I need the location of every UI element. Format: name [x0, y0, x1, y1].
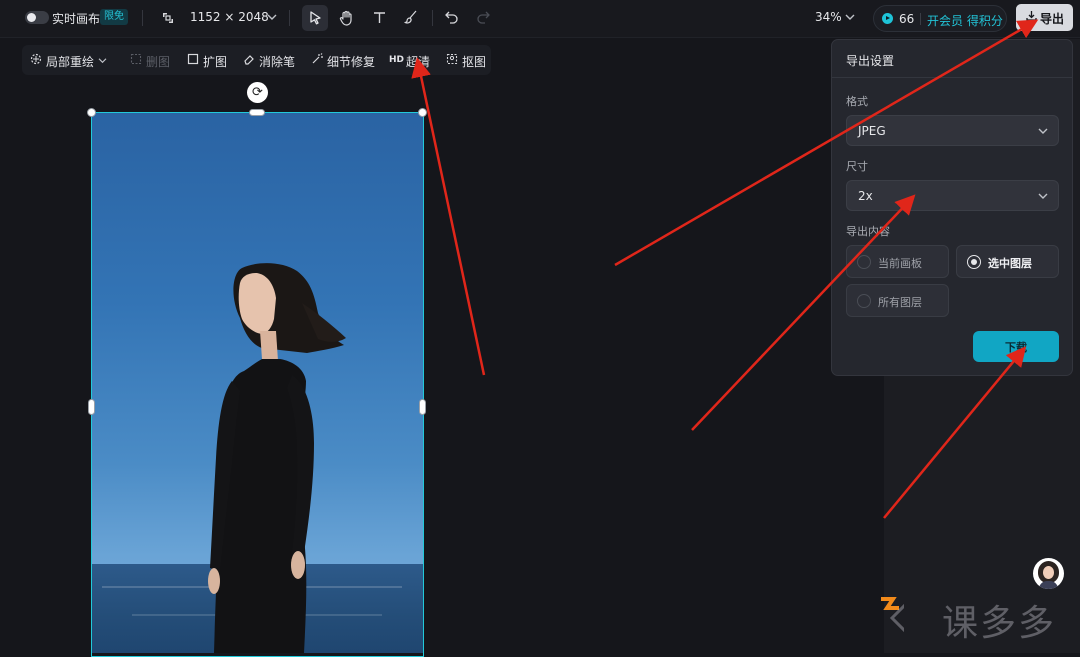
- expand-image-icon: [187, 53, 199, 65]
- resize-handle-right[interactable]: [419, 399, 426, 415]
- text-tool-icon[interactable]: [373, 11, 386, 24]
- points-coin-icon: [882, 13, 893, 24]
- panel-title: 导出设置: [846, 54, 895, 68]
- resize-handle-left[interactable]: [88, 399, 95, 415]
- tool-delete-image[interactable]: 删图: [146, 53, 170, 70]
- format-select[interactable]: JPEG: [846, 115, 1059, 146]
- option-label: 当前画板: [878, 257, 922, 270]
- select-tool-button[interactable]: [302, 5, 328, 31]
- top-toolbar: 实时画布 限免 1152 × 2048 34% 66 开会员 得积分 导出: [0, 0, 1080, 38]
- radio-icon: [857, 255, 871, 269]
- radio-icon: [857, 294, 871, 308]
- eraser-icon: [244, 55, 254, 65]
- chevron-down-icon[interactable]: [267, 13, 277, 21]
- avatar-body: [1039, 581, 1058, 589]
- format-value: JPEG: [858, 124, 886, 138]
- cutout-icon: [446, 53, 458, 65]
- canvas-size-value[interactable]: 1152 × 2048: [190, 10, 269, 24]
- chevron-down-icon: [1038, 193, 1048, 199]
- resize-handle-top-right[interactable]: [418, 108, 427, 117]
- format-label: 格式: [846, 95, 868, 108]
- tool-expand[interactable]: 扩图: [203, 53, 227, 70]
- realtime-canvas-label: 实时画布: [52, 12, 101, 26]
- export-button[interactable]: 导出: [1016, 4, 1073, 31]
- redo-icon[interactable]: [476, 11, 490, 24]
- export-settings-panel: 导出设置 格式 JPEG 尺寸 2x 导出内容 当前画板 选中图层 所有图层 下…: [831, 39, 1073, 376]
- resize-handle-top[interactable]: [249, 109, 265, 116]
- tool-upscale[interactable]: 超清: [406, 53, 430, 70]
- woman-figure: [208, 263, 346, 653]
- option-label: 所有图层: [878, 296, 922, 309]
- download-button[interactable]: 下载: [973, 331, 1059, 362]
- tool-eraser[interactable]: 消除笔: [259, 53, 295, 70]
- image-edit-toolbar: 局部重绘 删图 扩图 消除笔 细节修复 HD 超清 抠图: [22, 45, 491, 75]
- divider: [142, 10, 143, 26]
- delete-image-icon: [130, 53, 142, 65]
- divider: [432, 10, 433, 26]
- avatar-face: [1043, 566, 1054, 579]
- size-select[interactable]: 2x: [846, 180, 1059, 211]
- size-label: 尺寸: [846, 160, 868, 173]
- radio-checked-icon: [967, 255, 981, 269]
- hand-pan-icon[interactable]: [339, 10, 354, 26]
- chevron-down-icon[interactable]: [845, 13, 855, 21]
- tool-detail-fix[interactable]: 细节修复: [327, 53, 375, 70]
- tool-inpaint[interactable]: 局部重绘: [46, 53, 94, 70]
- magic-wand-icon: [312, 53, 323, 64]
- assistant-avatar[interactable]: [1033, 558, 1064, 589]
- vip-link[interactable]: 开会员 得积分: [927, 12, 1003, 29]
- chevron-down-icon[interactable]: [98, 57, 107, 64]
- export-button-label: 导出: [1040, 12, 1065, 26]
- chevron-down-icon: [1038, 128, 1048, 134]
- rotate-handle-icon[interactable]: ⟳: [247, 82, 268, 103]
- export-content-label: 导出内容: [846, 225, 890, 238]
- undo-icon[interactable]: [445, 11, 459, 24]
- resize-handle-top-left[interactable]: [87, 108, 96, 117]
- points-vip-pill[interactable]: 66 开会员 得积分: [873, 5, 1007, 32]
- brush-icon[interactable]: [404, 10, 418, 24]
- size-value: 2x: [858, 189, 873, 203]
- divider: [289, 10, 290, 26]
- resize-icon[interactable]: [161, 11, 175, 25]
- divider: [920, 13, 921, 25]
- watermark-text: 课多多: [942, 603, 1057, 644]
- cursor-arrow-icon: [310, 11, 321, 25]
- option-current-artboard[interactable]: 当前画板: [846, 245, 949, 278]
- watermark-logo-icon: [881, 597, 904, 633]
- download-icon: [1026, 11, 1037, 21]
- points-count: 66: [899, 12, 915, 26]
- selected-image-layer[interactable]: [92, 113, 423, 653]
- option-all-layers[interactable]: 所有图层: [846, 284, 949, 317]
- inpaint-icon: [30, 53, 42, 65]
- zoom-level[interactable]: 34%: [815, 10, 842, 24]
- divider: [832, 77, 1072, 78]
- option-selected-layer[interactable]: 选中图层: [956, 245, 1059, 278]
- option-label: 选中图层: [988, 257, 1032, 270]
- free-badge: 限免: [100, 9, 128, 25]
- download-button-label: 下载: [1005, 341, 1027, 354]
- realtime-canvas-toggle[interactable]: [25, 11, 49, 24]
- hd-icon: HD: [389, 55, 405, 65]
- tool-cutout[interactable]: 抠图: [462, 53, 486, 70]
